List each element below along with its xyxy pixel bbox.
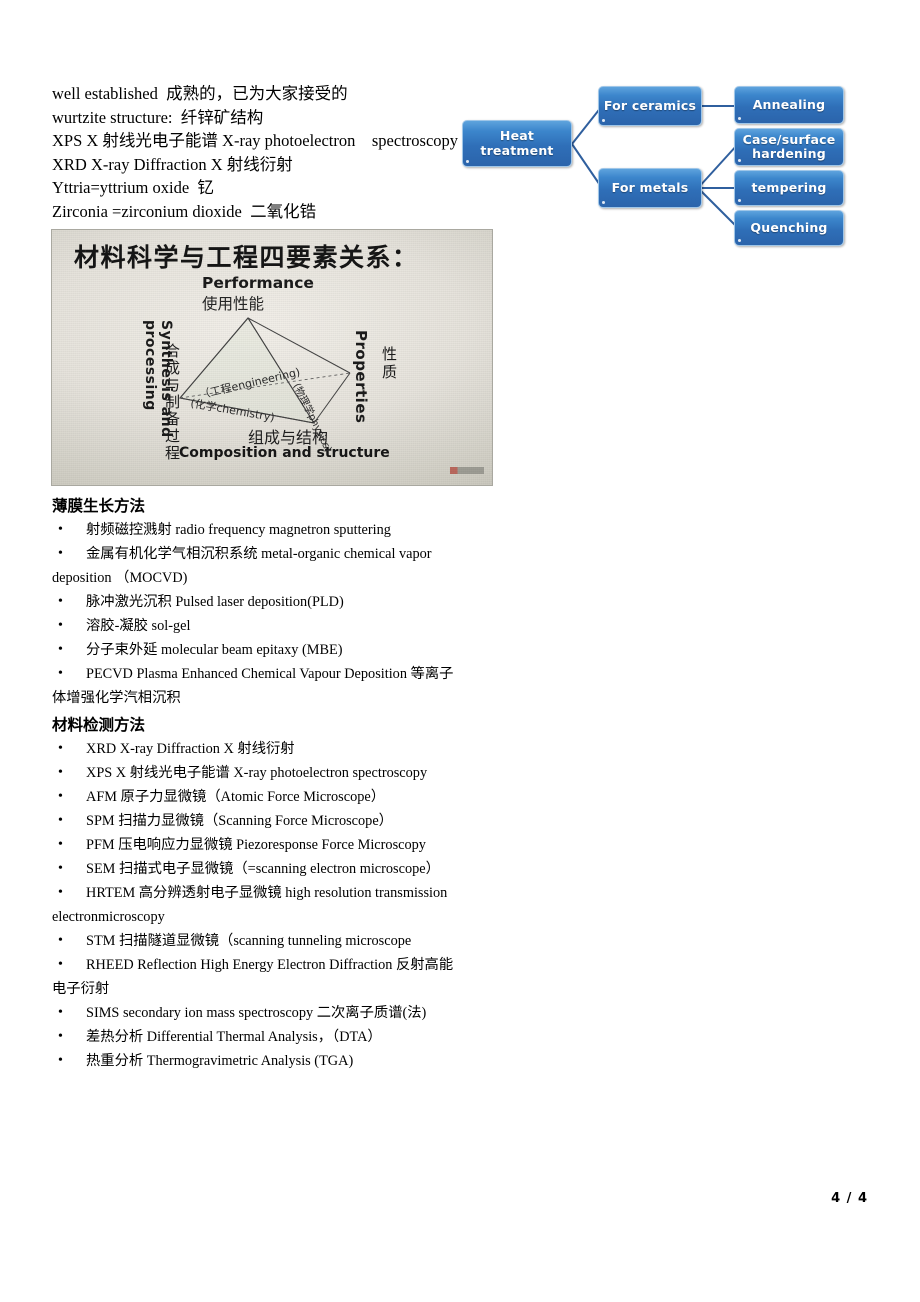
slide-photograph: 材料科学与工程四要素关系： Performance 使用性能 Compositi… [51,229,493,486]
list-item-text: 射频磁控溅射 radio frequency magnetron sputter… [86,522,391,538]
bullet-icon: • [58,1005,63,1020]
list-item: • PECVD Plasma Enhanced Chemical Vapour … [52,662,462,710]
list-item: • PFM 压电响应力显微镜 Piezoresponse Force Micro… [52,833,462,857]
vocabulary-notes-block: well established 成熟的，已为大家接受的 wurtzite st… [52,82,472,224]
note-line: wurtzite structure: 纤锌矿结构 [52,107,264,127]
list-item-text: 差热分析 Differential Thermal Analysis，（DTA） [86,1029,382,1045]
list-item: • 分子束外延 molecular beam epitaxy (MBE) [52,638,462,662]
diagram-node-label: tempering [751,179,827,195]
bullet-icon: • [58,1029,63,1044]
list-item-text: HRTEM 高分辨透射电子显微镜 high resolution transmi… [86,885,448,901]
bullet-icon: • [58,837,63,852]
diagram-node-heat-treatment[interactable]: Heat treatment [462,120,572,167]
diagram-node-tempering[interactable]: tempering [734,170,844,206]
list-item: • XPS X 射线光电子能谱 X-ray photoelectron spec… [52,761,462,785]
diagram-node-for-metals[interactable]: For metals [598,168,702,208]
list-item: • SPM 扫描力显微镜（Scanning Force Microscope） [52,809,462,833]
document-page: well established 成熟的，已为大家接受的 wurtzite st… [0,0,920,1302]
diagram-node-label: For ceramics [603,97,697,113]
bullet-icon: • [58,765,63,780]
list-item-text: 热重分析 Thermogravimetric Analysis (TGA) [86,1053,354,1069]
list-item-text: 脉冲激光沉积 Pulsed laser deposition(PLD) [86,594,344,610]
list-item-continuation: electronmicroscopy [52,909,165,925]
list-item: • STM 扫描隧道显微镜（scanning tunneling microsc… [52,929,462,953]
characterization-list: • XRD X-ray Diffraction X 射线衍射 • XPS X 射… [52,737,462,1073]
list-item-continuation: 电子衍射 [52,981,110,997]
page-number: 4 / 4 [831,1191,868,1206]
bullet-icon: • [58,546,63,561]
list-item: • RHEED Reflection High Energy Electron … [52,953,462,1001]
list-item: • 射频磁控溅射 radio frequency magnetron sputt… [52,518,462,542]
list-item-text: XRD X-ray Diffraction X 射线衍射 [86,741,295,757]
list-item: • HRTEM 高分辨透射电子显微镜 high resolution trans… [52,881,462,929]
diagram-node-label: Heat treatment [480,128,554,158]
note-line: XRD X-ray Diffraction X 射线衍射 [52,154,293,174]
list-item-text: RHEED Reflection High Energy Electron Di… [86,957,454,973]
bullet-icon: • [58,1053,63,1068]
bullet-icon: • [58,933,63,948]
list-item-text: 分子束外延 molecular beam epitaxy (MBE) [86,642,343,658]
photo-screen-grain [52,230,492,485]
list-item: • SIMS secondary ion mass spectroscopy 二… [52,1001,462,1025]
bullet-icon: • [58,957,63,972]
film-growth-list: • 射频磁控溅射 radio frequency magnetron sputt… [52,518,462,710]
list-item: • 脉冲激光沉积 Pulsed laser deposition(PLD) [52,590,462,614]
diagram-node-quenching[interactable]: Quenching [734,210,844,246]
diagram-node-label: Quenching [750,219,828,235]
note-line: XPS X 射线光电子能谱 X-ray photoelectron spectr… [52,131,459,151]
bullet-icon: • [58,594,63,609]
list-item-text: PECVD Plasma Enhanced Chemical Vapour De… [86,666,454,682]
bullet-icon: • [58,741,63,756]
list-item: • 热重分析 Thermogravimetric Analysis (TGA) [52,1049,462,1073]
list-item-text: PFM 压电响应力显微镜 Piezoresponse Force Microsc… [86,837,426,853]
note-line: Yttria=yttrium oxide 钇 [52,178,214,198]
diagram-node-label: Annealing [752,96,826,112]
bullet-icon: • [58,618,63,633]
bullet-icon: • [58,642,63,657]
list-item-continuation: deposition （MOCVD) [52,570,188,586]
list-item: • 溶胶-凝胶 sol-gel [52,614,462,638]
list-item: • 差热分析 Differential Thermal Analysis，（DT… [52,1025,462,1049]
list-item-continuation: 体增强化学汽相沉积 [52,690,181,706]
note-line: well established 成熟的，已为大家接受的 [52,84,348,103]
bullet-icon: • [58,813,63,828]
list-item-text: SIMS secondary ion mass spectroscopy 二次离… [86,1005,427,1021]
list-item-text: SPM 扫描力显微镜（Scanning Force Microscope） [86,813,393,829]
section-heading-film-growth: 薄膜生长方法 [52,497,146,515]
list-item-text: SEM 扫描式电子显微镜（=scanning electron microsco… [86,861,440,877]
bullet-icon: • [58,861,63,876]
bullet-icon: • [58,522,63,537]
list-item-text: 溶胶-凝胶 sol-gel [86,618,191,634]
diagram-node-label: Case/surface hardening [742,131,836,161]
heat-treatment-diagram: Heat treatment For ceramics For metals A… [462,76,866,254]
note-line: Zirconia =zirconium dioxide 二氧化锆 [52,201,317,221]
list-item-text: 金属有机化学气相沉积系统 metal-organic chemical vapo… [86,546,432,562]
bullet-icon: • [58,666,63,681]
diagram-node-for-ceramics[interactable]: For ceramics [598,86,702,126]
list-item: • 金属有机化学气相沉积系统 metal-organic chemical va… [52,542,462,590]
list-item: • XRD X-ray Diffraction X 射线衍射 [52,737,462,761]
diagram-node-case-surface-hardening[interactable]: Case/surface hardening [734,128,844,166]
diagram-node-annealing[interactable]: Annealing [734,86,844,124]
list-item: • AFM 原子力显微镜（Atomic Force Microscope） [52,785,462,809]
list-item-text: STM 扫描隧道显微镜（scanning tunneling microscop… [86,933,412,949]
bullet-icon: • [58,789,63,804]
section-heading-characterization: 材料检测方法 [52,716,146,734]
list-item-text: AFM 原子力显微镜（Atomic Force Microscope） [86,789,386,805]
bullet-icon: • [58,885,63,900]
diagram-node-label: For metals [611,179,689,195]
list-item: • SEM 扫描式电子显微镜（=scanning electron micros… [52,857,462,881]
list-item-text: XPS X 射线光电子能谱 X-ray photoelectron spectr… [86,765,428,781]
